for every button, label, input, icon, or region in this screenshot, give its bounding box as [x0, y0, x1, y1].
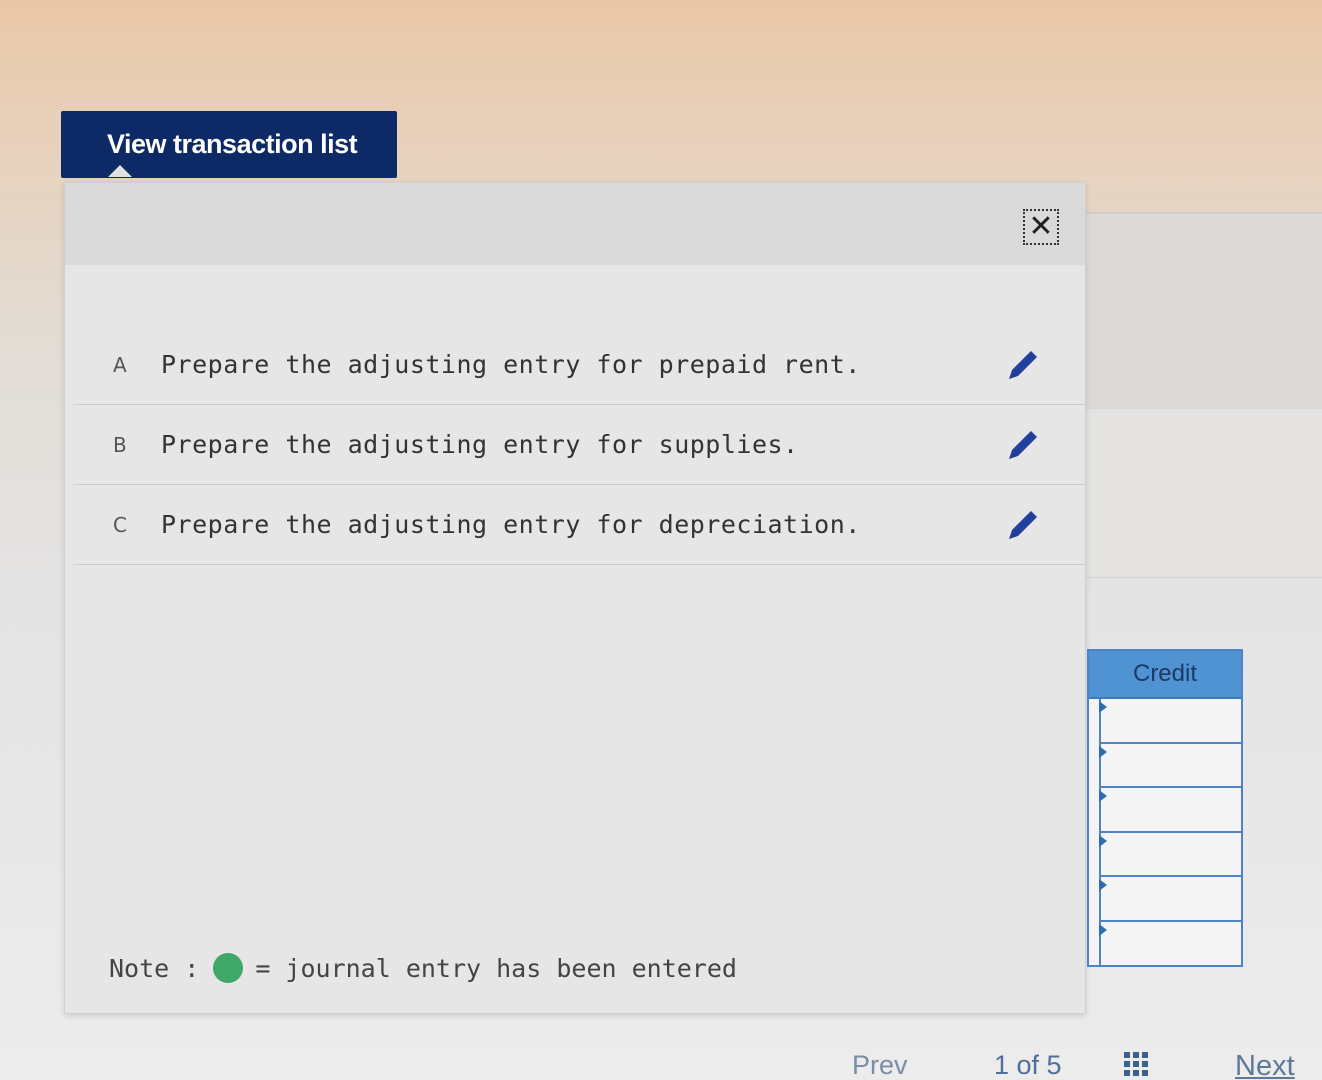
- page-indicator: 1 of 5: [994, 1050, 1062, 1080]
- transaction-list: A Prepare the adjusting entry for prepai…: [73, 325, 1085, 565]
- popup-caret: [108, 165, 132, 177]
- transaction-row-c[interactable]: C Prepare the adjusting entry for deprec…: [73, 485, 1085, 565]
- transaction-description: Prepare the adjusting entry for deprecia…: [161, 510, 861, 539]
- transaction-row-b[interactable]: B Prepare the adjusting entry for suppli…: [73, 405, 1085, 485]
- popup-header: ✕: [65, 183, 1085, 265]
- background-panel: [1085, 212, 1322, 408]
- pencil-icon[interactable]: [1003, 505, 1043, 545]
- background-panel: [1085, 408, 1322, 578]
- credit-header: Credit: [1089, 651, 1241, 699]
- note-prefix: Note :: [109, 953, 200, 983]
- credit-cell[interactable]: [1099, 921, 1241, 966]
- next-button[interactable]: Next: [1235, 1050, 1295, 1080]
- note-text: = journal entry has been entered: [255, 953, 737, 983]
- credit-cell[interactable]: [1099, 699, 1241, 744]
- transaction-letter: B: [113, 432, 127, 457]
- pencil-icon[interactable]: [1003, 425, 1043, 465]
- transaction-description: Prepare the adjusting entry for supplies…: [161, 430, 799, 459]
- green-dot-icon: [213, 953, 244, 983]
- pagination: Prev 1 of 5 Next: [0, 1048, 1322, 1080]
- pencil-icon[interactable]: [1003, 345, 1043, 385]
- transaction-letter: A: [113, 352, 127, 377]
- credit-cell[interactable]: [1099, 788, 1241, 833]
- grid-icon[interactable]: [1122, 1050, 1156, 1080]
- credit-cell[interactable]: [1099, 743, 1241, 788]
- transaction-row-a[interactable]: A Prepare the adjusting entry for prepai…: [73, 325, 1085, 405]
- credit-cell[interactable]: [1099, 877, 1241, 922]
- prev-button[interactable]: Prev: [852, 1050, 908, 1080]
- transaction-description: Prepare the adjusting entry for prepaid …: [161, 350, 861, 379]
- transaction-letter: C: [113, 512, 127, 537]
- transaction-list-popup: ✕ A Prepare the adjusting entry for prep…: [64, 182, 1086, 1014]
- close-icon[interactable]: ✕: [1023, 209, 1059, 245]
- entry-note: Note : = journal entry has been entered: [109, 953, 737, 983]
- credit-cell[interactable]: [1099, 832, 1241, 877]
- journal-credit-column: Credit: [1087, 649, 1243, 967]
